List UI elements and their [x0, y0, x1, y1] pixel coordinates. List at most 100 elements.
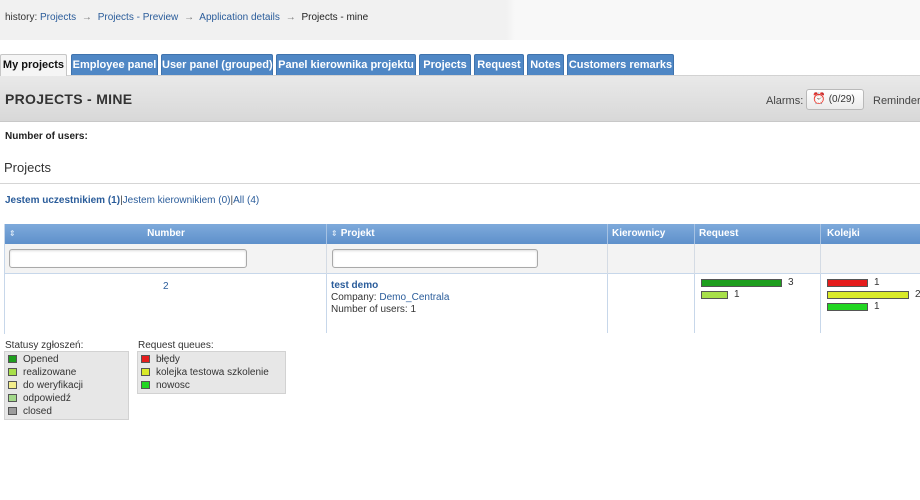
page-title: PROJECTS - MINE	[5, 91, 133, 107]
status-legend-swatch	[8, 368, 17, 376]
filter-cell-kierownicy	[608, 244, 695, 274]
status-legend-label: do weryfikacji	[23, 380, 84, 391]
project-users: Number of users: 1	[331, 304, 416, 315]
breadcrumb-arrow-icon: →	[285, 12, 296, 23]
tab-customers-remarks[interactable]: Customers remarks	[567, 54, 674, 75]
breadcrumb: history: Projects → Projects - Preview →…	[0, 0, 920, 40]
filter-cell-kolejki	[821, 244, 920, 274]
queue-legend: błędy kolejka testowa szkolenie nowosc	[137, 351, 286, 394]
column-header-request[interactable]: Request	[695, 224, 821, 244]
status-legend-title: Statusy zgłoszeń:	[5, 340, 84, 351]
project-name-link[interactable]: test demo	[331, 280, 378, 291]
projekt-filter-input[interactable]	[332, 249, 538, 268]
tab-panel-kierownika-projektu[interactable]: Panel kierownika projektu	[276, 54, 416, 75]
queue-bar	[827, 291, 909, 299]
queue-legend-label: nowosc	[156, 380, 190, 391]
status-legend-swatch	[8, 355, 17, 363]
queue-legend-label: kolejka testowa szkolenie	[156, 367, 269, 378]
queue-bar-value: 1	[874, 301, 880, 312]
cell-request: 31	[695, 274, 821, 333]
queue-legend-item: kolejka testowa szkolenie	[141, 367, 269, 379]
project-company: Company: Demo_Centrala	[331, 292, 449, 303]
queue-legend-item: błędy	[141, 354, 180, 366]
filter-cell-request	[695, 244, 821, 274]
queue-bar-value: 1	[874, 277, 880, 288]
queue-bar-value: 2	[915, 289, 920, 300]
grid-filter-row	[5, 244, 920, 274]
grid-header-row: ⇕ Number ⇕ Projekt Kierownicy Request Kol…	[5, 224, 920, 244]
status-legend-item: odpowiedź	[8, 393, 71, 405]
projects-grid: ⇕ Number ⇕ Projekt Kierownicy Request Kol…	[4, 224, 920, 334]
section-title: Projects	[4, 160, 51, 175]
queue-legend-label: błędy	[156, 354, 180, 365]
sort-icon: ⇕	[331, 229, 338, 238]
cell-projekt: test demo Company: Demo_Centrala Number …	[327, 274, 608, 333]
tab-projects[interactable]: Projects	[419, 54, 471, 75]
status-legend-item: closed	[8, 406, 52, 418]
users-value: 1	[410, 304, 417, 315]
filter-cell-number	[5, 244, 327, 274]
tab-employee-panel[interactable]: Employee panel	[71, 54, 158, 75]
company-label: Company:	[331, 292, 377, 303]
column-header-kolejki[interactable]: Kolejki	[821, 224, 920, 244]
company-link[interactable]: Demo_Centrala	[379, 292, 449, 303]
alarms-button[interactable]: ⏰ (0/29)	[806, 89, 864, 110]
users-count-label: Number of users:	[5, 131, 88, 142]
status-legend-label: Opened	[23, 354, 59, 365]
breadcrumb-link-projects-preview[interactable]: Projects - Preview	[98, 12, 179, 23]
breadcrumb-current: Projects - mine	[301, 12, 369, 23]
breadcrumb-arrow-icon: →	[184, 12, 195, 23]
filter-manager-link[interactable]: Jestem kierownikiem (0)	[123, 195, 231, 206]
cell-kolejki: 1 2 1	[821, 274, 920, 333]
filter-all-link[interactable]: All (4)	[233, 195, 259, 206]
column-header-number[interactable]: ⇕ Number	[5, 224, 327, 244]
cell-number: 2	[5, 274, 327, 333]
request-bar	[701, 279, 782, 287]
request-bar	[701, 291, 728, 299]
status-legend-label: realizowane	[23, 367, 77, 378]
tab-my-projects[interactable]: My projects	[0, 54, 67, 76]
breadcrumb-arrow-icon: →	[81, 12, 92, 23]
alarms-label: Alarms:	[766, 95, 804, 107]
column-header-number-label: Number	[147, 228, 185, 239]
status-legend-label: closed	[23, 406, 52, 417]
queue-bar	[827, 279, 868, 287]
queue-bar	[827, 303, 868, 311]
queue-legend-swatch	[141, 381, 150, 389]
breadcrumb-link-application-details[interactable]: Application details	[199, 12, 280, 23]
queue-legend-swatch	[141, 368, 150, 376]
status-legend-label: odpowiedź	[23, 393, 71, 404]
tab-request[interactable]: Request	[474, 54, 524, 75]
column-header-kierownicy[interactable]: Kierownicy	[608, 224, 695, 244]
status-legend-swatch	[8, 381, 17, 389]
section-divider	[0, 183, 920, 184]
column-header-projekt[interactable]: ⇕ Projekt	[327, 224, 608, 244]
request-bar-value: 1	[734, 289, 740, 300]
status-legend-swatch	[8, 394, 17, 402]
filter-participant-link[interactable]: Jestem uczestnikiem (1)	[5, 195, 120, 206]
tab-user-panel-grouped[interactable]: User panel (grouped)	[161, 54, 273, 75]
queue-legend-swatch	[141, 355, 150, 363]
column-header-projekt-label: Projekt	[340, 228, 375, 239]
users-label: Number of users:	[331, 304, 408, 315]
status-legend: Opened realizowane do weryfikacji odpowiedź…	[4, 351, 129, 420]
request-bar-value: 3	[788, 277, 794, 288]
alarm-clock-icon: ⏰	[812, 93, 826, 105]
reminders-label: Reminders	[873, 95, 920, 107]
tab-notes[interactable]: Notes	[527, 54, 564, 75]
cell-kierownicy	[608, 274, 695, 333]
status-legend-item: do weryfikacji	[8, 380, 83, 392]
page-header: PROJECTS - MINE Alarms: ⏰ (0/29) Reminder…	[0, 76, 920, 122]
status-legend-item: realizowane	[8, 367, 76, 379]
filter-cell-projekt	[327, 244, 608, 274]
main-tabs: My projects Employee panel User panel (g…	[0, 54, 920, 76]
status-legend-item: Opened	[8, 354, 59, 366]
alarms-count: (0/29)	[828, 94, 855, 105]
table-row: 2 test demo Company: Demo_Centrala Numbe…	[5, 274, 920, 334]
breadcrumb-link-projects[interactable]: Projects	[40, 12, 76, 23]
status-legend-swatch	[8, 407, 17, 415]
number-filter-input[interactable]	[9, 249, 247, 268]
queue-legend-title: Request queues:	[138, 340, 214, 351]
breadcrumb-label: history:	[5, 12, 38, 23]
project-number-link[interactable]: 2	[163, 281, 169, 292]
